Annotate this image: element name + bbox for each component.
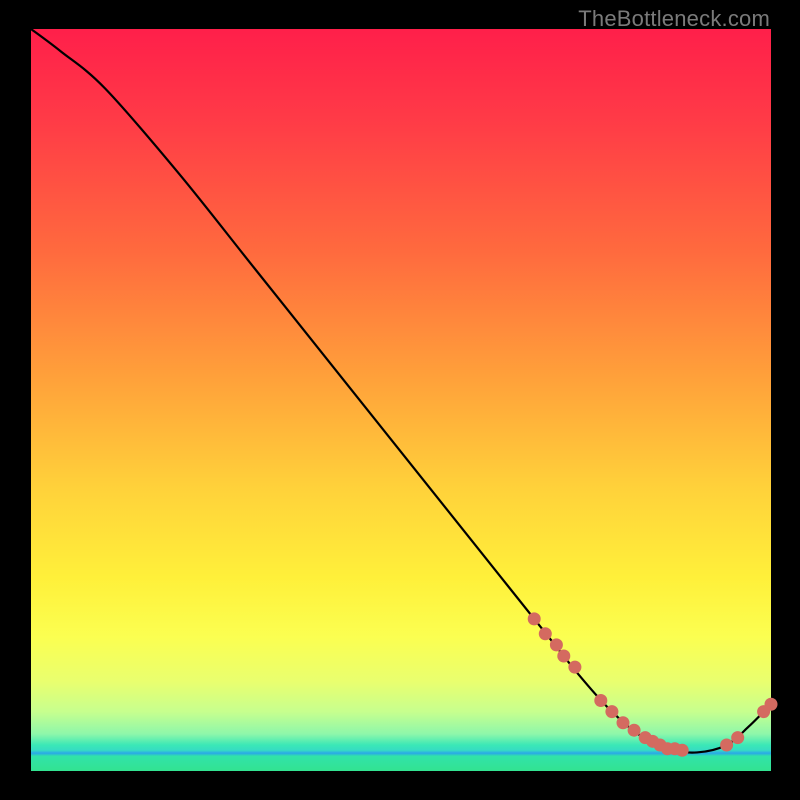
bottleneck-curve bbox=[31, 29, 771, 753]
chart-svg bbox=[31, 29, 771, 771]
data-point bbox=[557, 649, 570, 662]
data-point bbox=[550, 638, 563, 651]
data-point bbox=[628, 724, 641, 737]
data-point bbox=[720, 739, 733, 752]
chart-frame: TheBottleneck.com bbox=[0, 0, 800, 800]
data-point bbox=[676, 744, 689, 757]
data-point bbox=[594, 694, 607, 707]
data-point bbox=[731, 731, 744, 744]
data-point bbox=[765, 698, 778, 711]
data-point bbox=[605, 705, 618, 718]
plot-area bbox=[31, 29, 771, 771]
data-point bbox=[568, 661, 581, 674]
curve-line bbox=[31, 29, 771, 753]
curve-points bbox=[528, 612, 778, 756]
data-point bbox=[539, 627, 552, 640]
data-point bbox=[617, 716, 630, 729]
data-point bbox=[528, 612, 541, 625]
